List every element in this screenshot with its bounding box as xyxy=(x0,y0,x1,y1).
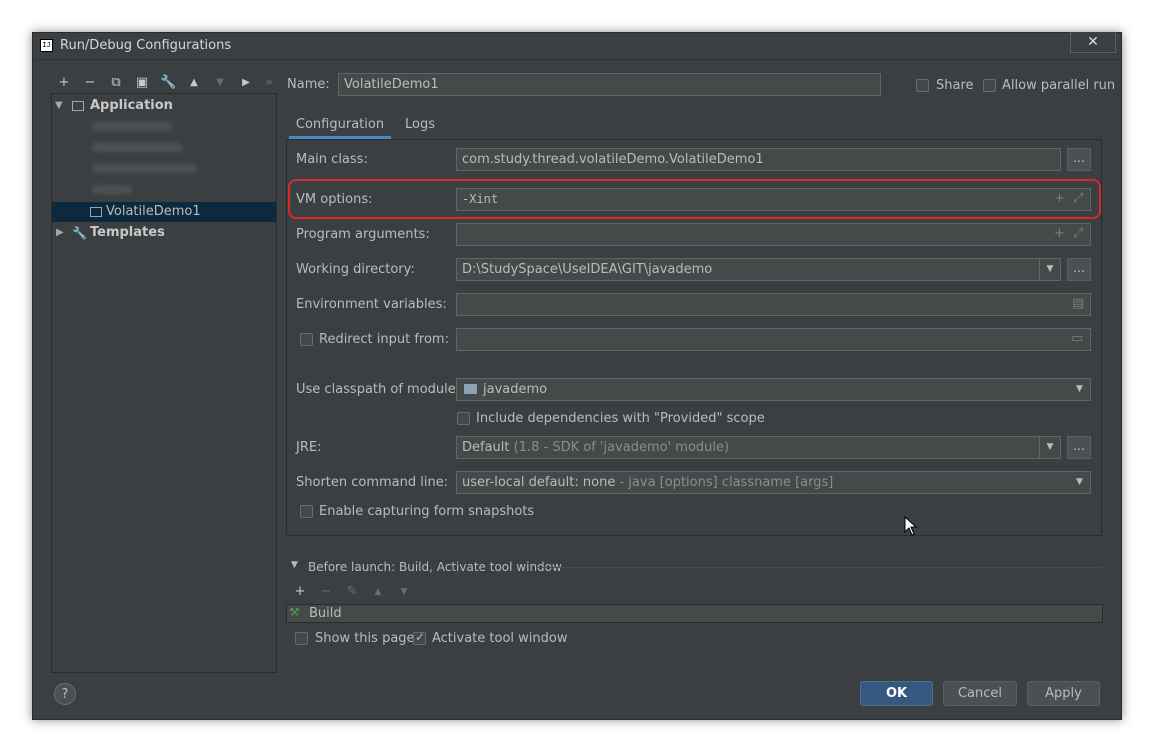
add-icon[interactable]: + xyxy=(292,584,308,600)
show-page-label: Show this page xyxy=(315,631,415,646)
chevron-down-icon[interactable]: ▼ xyxy=(1039,437,1060,458)
configuration-tree: ▼ Application VolatileDemo1 ▶ 🔧 Template… xyxy=(51,93,277,673)
jre-select[interactable]: Default (1.8 - SDK of 'javademo' module) xyxy=(456,436,1061,459)
before-launch-header: Before launch: Build, Activate tool wind… xyxy=(308,560,562,574)
before-launch-list xyxy=(286,604,1103,623)
plus-icon[interactable]: + xyxy=(1054,226,1065,241)
show-page-checkbox[interactable] xyxy=(295,632,308,645)
include-dependencies-checkbox[interactable] xyxy=(457,412,470,425)
allow-parallel-label: Allow parallel run xyxy=(1002,78,1116,93)
apply-button[interactable]: Apply xyxy=(1027,681,1100,706)
shorten-value: user-local default: none xyxy=(462,475,616,490)
expand-icon[interactable]: ⤢ xyxy=(1073,226,1083,241)
intellij-app-icon: IJ xyxy=(40,39,53,52)
copy-icon[interactable]: ⧉ xyxy=(108,75,124,91)
program-arguments-label: Program arguments: xyxy=(296,227,430,242)
mouse-cursor-icon xyxy=(904,516,918,536)
move-down-icon[interactable]: ▼ xyxy=(396,584,412,600)
close-button[interactable]: ✕ xyxy=(1070,32,1116,53)
folder-icon[interactable]: ▭ xyxy=(1071,331,1083,346)
name-label: Name: xyxy=(287,77,330,92)
browse-working-directory-button[interactable]: ... xyxy=(1067,258,1091,281)
tree-node-templates[interactable]: ▶ 🔧 Templates xyxy=(52,223,276,243)
separator xyxy=(538,567,1102,568)
window-title: Run/Debug Configurations xyxy=(60,38,232,53)
folder-icon[interactable]: ▶ xyxy=(238,75,254,91)
move-down-icon[interactable]: ▼ xyxy=(212,75,228,91)
enable-snapshots-label: Enable capturing form snapshots xyxy=(319,504,535,519)
shorten-command-line-select[interactable]: user-local default: none - java [options… xyxy=(456,471,1091,494)
expand-right-icon[interactable]: ▶ xyxy=(56,223,64,243)
add-icon[interactable]: + xyxy=(56,75,72,91)
cancel-button[interactable]: Cancel xyxy=(943,681,1017,706)
edit-icon[interactable]: ✎ xyxy=(344,584,360,600)
share-checkbox[interactable] xyxy=(916,79,929,92)
move-up-icon[interactable]: ▲ xyxy=(370,584,386,600)
redirect-input-field[interactable] xyxy=(456,328,1091,351)
shorten-detail: - java [options] classname [args] xyxy=(619,475,834,490)
blurred-config-item[interactable] xyxy=(92,164,197,173)
blurred-config-item[interactable] xyxy=(92,143,182,152)
program-arguments-input[interactable] xyxy=(456,223,1091,246)
share-label: Share xyxy=(936,78,974,93)
working-directory-label: Working directory: xyxy=(296,262,415,277)
wrench-icon[interactable]: 🔧 xyxy=(160,75,176,91)
wrench-icon: 🔧 xyxy=(72,226,87,240)
activate-tool-window-checkbox[interactable] xyxy=(413,630,426,645)
include-dependencies-label: Include dependencies with "Provided" sco… xyxy=(476,411,765,426)
tree-label-templates: Templates xyxy=(90,225,165,240)
environment-variables-input[interactable] xyxy=(456,293,1091,316)
chevron-down-icon[interactable]: ▼ xyxy=(1039,259,1060,280)
redirect-input-label: Redirect input from: xyxy=(319,332,449,347)
name-input[interactable]: VolatileDemo1 xyxy=(338,73,881,96)
save-icon[interactable]: ▣ xyxy=(134,75,150,91)
plus-icon[interactable]: + xyxy=(1054,191,1065,206)
remove-icon[interactable]: − xyxy=(318,584,334,600)
tab-configuration[interactable]: Configuration xyxy=(289,111,391,139)
tree-label-volatiledemo1: VolatileDemo1 xyxy=(106,204,201,219)
jre-label: JRE: xyxy=(296,440,322,455)
chevron-down-icon[interactable]: ▼ xyxy=(1069,472,1090,493)
expand-icon[interactable]: ⤢ xyxy=(1073,191,1083,206)
run-debug-dialog: IJ Run/Debug Configurations ✕ + − ⧉ ▣ 🔧 … xyxy=(32,32,1122,720)
help-button[interactable]: ? xyxy=(54,683,76,705)
vm-options-label: VM options: xyxy=(296,192,373,207)
blurred-config-item[interactable] xyxy=(92,122,172,131)
main-class-input[interactable]: com.study.thread.volatileDemo.VolatileDe… xyxy=(456,148,1061,171)
jre-value: Default xyxy=(462,440,510,455)
tree-node-application[interactable]: ▼ Application xyxy=(52,96,276,116)
browse-jre-button[interactable]: ... xyxy=(1067,436,1091,459)
document-icon[interactable]: ▤ xyxy=(1072,296,1084,311)
tree-label-application: Application xyxy=(90,98,173,113)
working-directory-input[interactable]: D:\StudySpace\UseIDEA\GIT\javademo xyxy=(456,258,1061,281)
expand-down-icon[interactable]: ▼ xyxy=(55,96,63,116)
classpath-module-select[interactable]: javademo xyxy=(456,378,1091,401)
collapse-down-icon[interactable]: ▼ xyxy=(291,560,298,570)
allow-parallel-checkbox[interactable] xyxy=(983,79,996,92)
main-class-label: Main class: xyxy=(296,152,368,167)
blurred-config-item[interactable] xyxy=(92,185,132,194)
move-up-icon[interactable]: ▲ xyxy=(186,75,202,91)
tree-item-volatiledemo1[interactable]: VolatileDemo1 xyxy=(52,202,276,222)
tab-logs[interactable]: Logs xyxy=(405,111,435,139)
shorten-command-line-label: Shorten command line: xyxy=(296,475,449,490)
more-icon[interactable]: » xyxy=(261,75,277,91)
title-bar: IJ Run/Debug Configurations ✕ xyxy=(33,32,1121,60)
module-folder-icon xyxy=(464,384,477,394)
chevron-down-icon[interactable]: ▼ xyxy=(1069,379,1090,400)
vm-options-input[interactable]: -Xint xyxy=(456,188,1091,211)
hammer-icon: ⚒ xyxy=(289,605,300,619)
remove-icon[interactable]: − xyxy=(82,75,98,91)
jre-detail: (1.8 - SDK of 'javademo' module) xyxy=(513,440,730,455)
ok-button[interactable]: OK xyxy=(860,681,933,706)
build-task-label[interactable]: Build xyxy=(309,606,342,621)
application-icon xyxy=(72,101,84,111)
application-icon xyxy=(90,207,102,217)
browse-main-class-button[interactable]: ... xyxy=(1067,148,1091,171)
activate-tool-window-label: Activate tool window xyxy=(432,631,568,646)
environment-variables-label: Environment variables: xyxy=(296,297,447,312)
redirect-input-checkbox[interactable] xyxy=(300,333,313,346)
enable-snapshots-checkbox[interactable] xyxy=(300,505,313,518)
classpath-module-label: Use classpath of module: xyxy=(296,382,461,397)
